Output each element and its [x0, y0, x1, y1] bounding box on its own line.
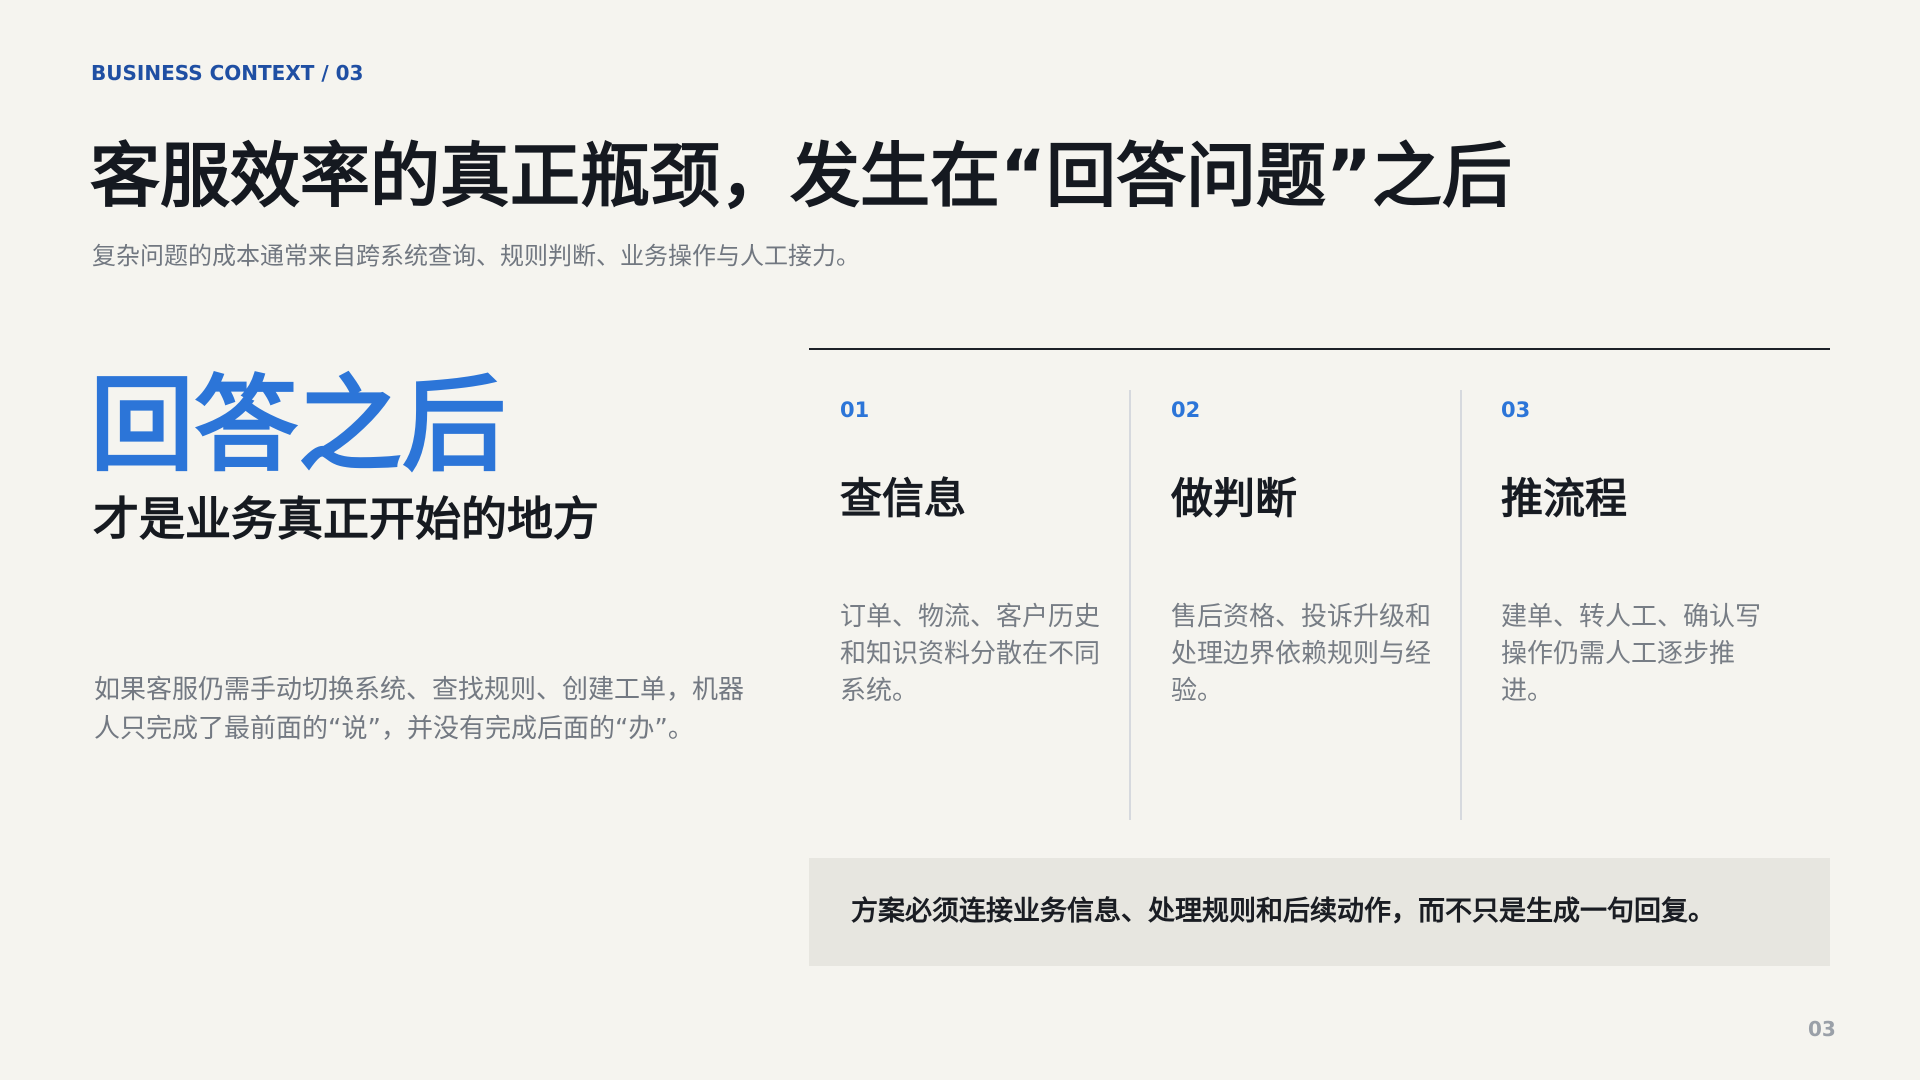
section-divider — [809, 348, 1830, 350]
step-title: 查信息 — [840, 474, 967, 523]
step-card-02: 02 做判断 售后资格、投诉升级和处理边界依赖规则与经验。 — [1129, 390, 1459, 820]
conclusion-callout: 方案必须连接业务信息、处理规则和后续动作，而不只是生成一句回复。 — [809, 858, 1830, 966]
presentation-slide: BUSINESS CONTEXT / 03 客服效率的真正瓶颈，发生在“回答问题… — [0, 0, 1920, 1080]
page-number: 03 — [1808, 1017, 1836, 1041]
section-label: BUSINESS CONTEXT / 03 — [91, 61, 364, 85]
conclusion-text: 方案必须连接业务信息、处理规则和后续动作，而不只是生成一句回复。 — [851, 896, 1715, 927]
highlight-heading: 回答之后 — [90, 364, 507, 486]
step-number: 02 — [1171, 398, 1201, 422]
step-card-03: 03 推流程 建单、转人工、确认写操作仍需人工逐步推进。 — [1460, 390, 1790, 820]
step-number: 03 — [1501, 398, 1531, 422]
summary-paragraph: 如果客服仍需手动切换系统、查找规则、创建工单，机器人只完成了最前面的“说”，并没… — [94, 675, 745, 744]
step-title: 做判断 — [1171, 474, 1298, 523]
step-number: 01 — [840, 398, 870, 422]
step-description: 订单、物流、客户历史和知识资料分散在不同系统。 — [840, 602, 1101, 706]
step-description: 售后资格、投诉升级和处理边界依赖规则与经验。 — [1171, 602, 1432, 706]
step-card-01: 01 查信息 订单、物流、客户历史和知识资料分散在不同系统。 — [810, 390, 1140, 820]
page-title: 客服效率的真正瓶颈，发生在“回答问题”之后 — [90, 135, 1513, 217]
page-subtitle: 复杂问题的成本通常来自跨系统查询、规则判断、业务操作与人工接力。 — [92, 242, 860, 270]
step-title: 推流程 — [1501, 474, 1628, 523]
highlight-subheading: 才是业务真正开始的地方 — [93, 492, 599, 546]
step-description: 建单、转人工、确认写操作仍需人工逐步推进。 — [1501, 602, 1762, 706]
